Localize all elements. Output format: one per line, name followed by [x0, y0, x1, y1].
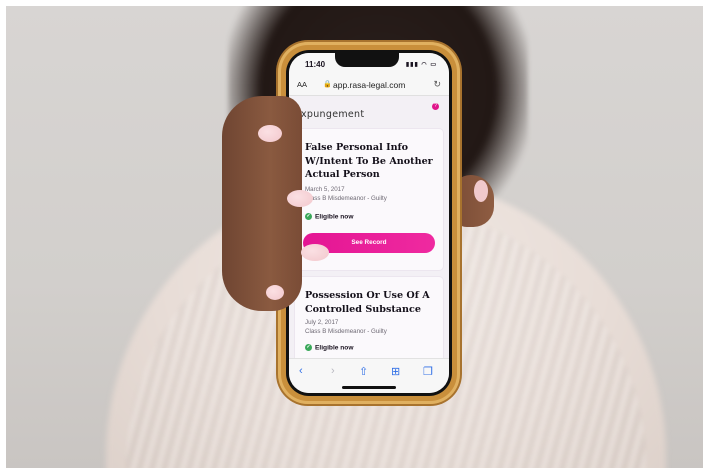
tabs-icon[interactable]: ❐ — [423, 365, 433, 378]
address-bar[interactable]: AA 🔒 app.rasa-legal.com ↻ — [289, 75, 449, 96]
eligibility-label: Eligible now — [315, 213, 354, 221]
record-title: Possession Or Use Of A Controlled Substa… — [305, 290, 430, 315]
share-icon[interactable]: ⇧ — [359, 365, 368, 378]
check-icon: ✓ — [305, 344, 312, 351]
back-icon[interactable]: ‹ — [299, 365, 303, 377]
record-classification: Class B Misdemeanor - Guilty — [305, 328, 387, 335]
right-thumb-nail — [474, 180, 488, 202]
text-size-button[interactable]: AA — [297, 80, 307, 89]
reload-icon[interactable]: ↻ — [433, 79, 441, 90]
record-card[interactable]: Possession Or Use Of A Controlled Substa… — [295, 277, 443, 371]
forward-icon[interactable]: › — [331, 365, 335, 377]
browser-toolbar: ‹ › ⇧ ⊞ ❐ — [289, 358, 449, 393]
record-title: False Personal Info W/Intent To Be Anoth… — [305, 142, 433, 181]
eligibility-label: Eligible now — [315, 344, 354, 352]
section-heading: expungement — [295, 109, 365, 120]
eligibility-status: ✓ Eligible now — [305, 213, 353, 220]
phone-bezel: 11:40 ▮▮▮ ◠ ▭ AA 🔒 app.rasa-legal.com ↻ … — [286, 50, 452, 396]
fingernail — [301, 244, 329, 261]
status-bar: 11:40 ▮▮▮ ◠ ▭ — [289, 53, 449, 75]
phone-screen: 11:40 ▮▮▮ ◠ ▭ AA 🔒 app.rasa-legal.com ↻ … — [289, 53, 449, 393]
record-date: July 2, 2017 — [305, 319, 339, 326]
eligibility-status: ✓ Eligible now — [305, 344, 353, 351]
signal-wifi-battery-icon: ▮▮▮ ◠ ▭ — [405, 62, 437, 68]
home-indicator — [342, 386, 396, 389]
url-text[interactable]: app.rasa-legal.com — [333, 80, 405, 90]
fingernail — [287, 190, 313, 207]
status-time: 11:40 — [305, 60, 326, 69]
help-icon[interactable]: ? — [432, 103, 439, 110]
fingernail — [266, 285, 284, 300]
lock-icon: 🔒 — [323, 81, 332, 88]
record-date: March 5, 2017 — [305, 186, 345, 193]
notch — [335, 53, 399, 67]
phone: 11:40 ▮▮▮ ◠ ▭ AA 🔒 app.rasa-legal.com ↻ … — [278, 42, 460, 404]
record-classification: Class B Misdemeanor - Guilty — [305, 195, 387, 202]
fingernail — [258, 125, 282, 142]
bookmarks-icon[interactable]: ⊞ — [391, 365, 400, 378]
check-icon: ✓ — [305, 213, 312, 220]
